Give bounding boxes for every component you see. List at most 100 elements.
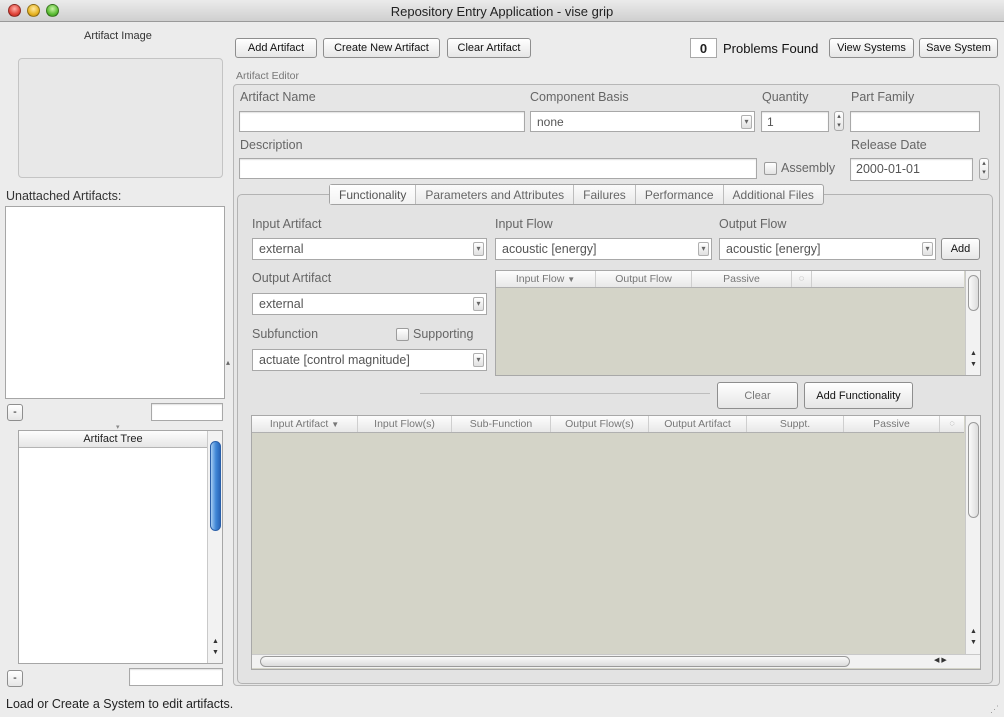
remove-tree-button[interactable]: - — [7, 670, 23, 687]
window-title: Repository Entry Application - vise grip — [390, 4, 614, 19]
release-date-stepper[interactable]: ▴ ▾ — [979, 158, 989, 180]
input-artifact-dropdown-icon[interactable]: ▾ — [473, 242, 484, 256]
component-basis-dropdown-icon[interactable]: ▾ — [741, 115, 752, 129]
output-flow-label: Output Flow — [719, 217, 787, 231]
flow-table-scroll-arrows-icon[interactable]: ▲ ▼ — [966, 348, 981, 372]
artifact-image-label: Artifact Image — [84, 30, 152, 42]
output-artifact-value: external — [259, 297, 304, 311]
component-basis-label: Component Basis — [530, 90, 629, 104]
title-bar: Repository Entry Application - vise grip — [0, 0, 1004, 22]
supporting-checkbox[interactable] — [396, 328, 409, 341]
flow-col-output-flow[interactable]: Output Flow — [596, 271, 692, 287]
column-options-icon[interactable]: ◌ — [940, 416, 964, 432]
flow-col-input-flow[interactable]: Input Flow ▼ — [496, 271, 596, 287]
flow-table[interactable]: Input Flow ▼ Output Flow Passive ◌ ▲ ▼ — [495, 270, 981, 376]
description-input[interactable] — [239, 158, 757, 179]
part-family-input[interactable] — [850, 111, 980, 132]
flow-table-scrollbar[interactable]: ▲ ▼ — [965, 271, 980, 375]
output-flow-dropdown-icon[interactable]: ▾ — [922, 242, 933, 256]
create-new-artifact-button[interactable]: Create New Artifact — [323, 38, 440, 58]
subfunction-label: Subfunction — [252, 327, 319, 341]
problems-found-label: Problems Found — [723, 41, 819, 56]
artifact-editor-label: Artifact Editor — [236, 70, 300, 82]
problems-count: 0 — [690, 38, 717, 58]
add-artifact-button[interactable]: Add Artifact — [235, 38, 317, 58]
artifact-tree-scroll-arrows-icon[interactable]: ▲ ▼ — [208, 636, 223, 660]
component-basis-value: none — [537, 115, 564, 129]
func-col-input-artifact[interactable]: Input Artifact ▼ — [252, 416, 358, 432]
subfunction-dropdown-icon[interactable]: ▾ — [473, 353, 484, 367]
output-flow-select[interactable]: acoustic [energy] ▾ — [719, 238, 936, 260]
input-artifact-select[interactable]: external ▾ — [252, 238, 487, 260]
release-date-input[interactable]: 2000-01-01 — [850, 158, 973, 181]
artifact-name-label: Artifact Name — [240, 90, 316, 104]
flow-table-scroll-thumb[interactable] — [968, 275, 979, 311]
functionality-table-vscroll-arrows-icon[interactable]: ▲ ▼ — [966, 626, 981, 650]
functionality-table-hscroll-thumb[interactable] — [260, 656, 850, 667]
supporting-label: Supporting — [413, 327, 474, 341]
description-label: Description — [240, 138, 303, 152]
artifact-tree-panel[interactable]: Artifact Tree ▲ ▼ — [18, 430, 223, 664]
tab-additional-files[interactable]: Additional Files — [722, 185, 823, 204]
artifact-tree-header[interactable]: Artifact Tree — [19, 431, 207, 448]
input-flow-select[interactable]: acoustic [energy] ▾ — [495, 238, 712, 260]
tree-filter-input[interactable] — [129, 668, 223, 686]
functionality-table-vscroll-thumb[interactable] — [968, 422, 979, 518]
func-col-output-artifact[interactable]: Output Artifact — [649, 416, 747, 432]
quantity-input[interactable]: 1 — [761, 111, 829, 132]
quantity-label: Quantity — [762, 90, 809, 104]
add-flow-button[interactable]: Add — [941, 238, 980, 260]
input-flow-value: acoustic [energy] — [502, 242, 597, 256]
flow-table-header: Input Flow ▼ Output Flow Passive ◌ — [496, 271, 964, 288]
func-col-output-flows[interactable]: Output Flow(s) — [551, 416, 649, 432]
input-artifact-value: external — [259, 242, 304, 256]
func-col-input-flows[interactable]: Input Flow(s) — [358, 416, 452, 432]
add-functionality-button[interactable]: Add Functionality — [804, 382, 913, 409]
func-col-suppt[interactable]: Suppt. — [747, 416, 844, 432]
unattached-artifacts-label: Unattached Artifacts: — [6, 189, 122, 203]
save-system-button[interactable]: Save System — [919, 38, 998, 58]
clear-artifact-button[interactable]: Clear Artifact — [447, 38, 531, 58]
input-flow-label: Input Flow — [495, 217, 553, 231]
output-artifact-select[interactable]: external ▾ — [252, 293, 487, 315]
column-options-icon[interactable]: ◌ — [792, 271, 812, 287]
splitter-arrow-icon[interactable]: ▴ — [226, 358, 230, 367]
clear-functionality-button[interactable]: Clear — [717, 382, 798, 409]
artifact-tree-scroll-thumb[interactable] — [210, 441, 221, 531]
tab-failures[interactable]: Failures — [573, 185, 635, 204]
view-systems-button[interactable]: View Systems — [829, 38, 914, 58]
functionality-table-vscroll[interactable]: ▲ ▼ — [965, 416, 980, 654]
output-artifact-dropdown-icon[interactable]: ▾ — [473, 297, 484, 311]
unattached-filter-input[interactable] — [151, 403, 223, 421]
assembly-label: Assembly — [781, 161, 836, 175]
tab-bar: Functionality Parameters and Attributes … — [329, 184, 824, 205]
flow-col-passive[interactable]: Passive — [692, 271, 792, 287]
quantity-stepper[interactable]: ▴ ▾ — [834, 111, 844, 131]
subfunction-select[interactable]: actuate [control magnitude] ▾ — [252, 349, 487, 371]
func-col-sub-function[interactable]: Sub-Function — [452, 416, 551, 432]
component-basis-select[interactable]: none ▾ — [530, 111, 755, 132]
remove-unattached-button[interactable]: - — [7, 404, 23, 421]
divider — [420, 393, 710, 394]
artifact-image-box — [18, 58, 223, 178]
functionality-table[interactable]: Input Artifact ▼ Input Flow(s) Sub-Funct… — [251, 415, 981, 670]
input-flow-dropdown-icon[interactable]: ▾ — [698, 242, 709, 256]
flow-col-empty — [812, 271, 964, 287]
sort-desc-icon: ▼ — [567, 275, 576, 284]
output-flow-value: acoustic [energy] — [726, 242, 821, 256]
tab-parameters-and-attributes[interactable]: Parameters and Attributes — [415, 185, 573, 204]
tab-performance[interactable]: Performance — [634, 185, 723, 204]
part-family-label: Part Family — [851, 90, 915, 104]
sort-desc-icon: ▼ — [331, 420, 340, 429]
assembly-checkbox[interactable] — [764, 162, 777, 175]
hscroll-arrows-icon[interactable]: ◀ ▶ — [934, 655, 947, 667]
unattached-artifacts-list[interactable] — [5, 206, 225, 399]
tab-functionality[interactable]: Functionality — [330, 185, 416, 204]
resize-grip-icon[interactable]: ⋰ — [990, 704, 999, 715]
func-col-passive[interactable]: Passive — [844, 416, 940, 432]
functionality-table-header: Input Artifact ▼ Input Flow(s) Sub-Funct… — [252, 416, 964, 433]
artifact-name-input[interactable] — [239, 111, 525, 132]
artifact-tree-scrollbar[interactable]: ▲ ▼ — [207, 431, 222, 663]
functionality-table-hscroll[interactable]: ◀ ▶ — [252, 654, 980, 668]
release-date-label: Release Date — [851, 138, 927, 152]
